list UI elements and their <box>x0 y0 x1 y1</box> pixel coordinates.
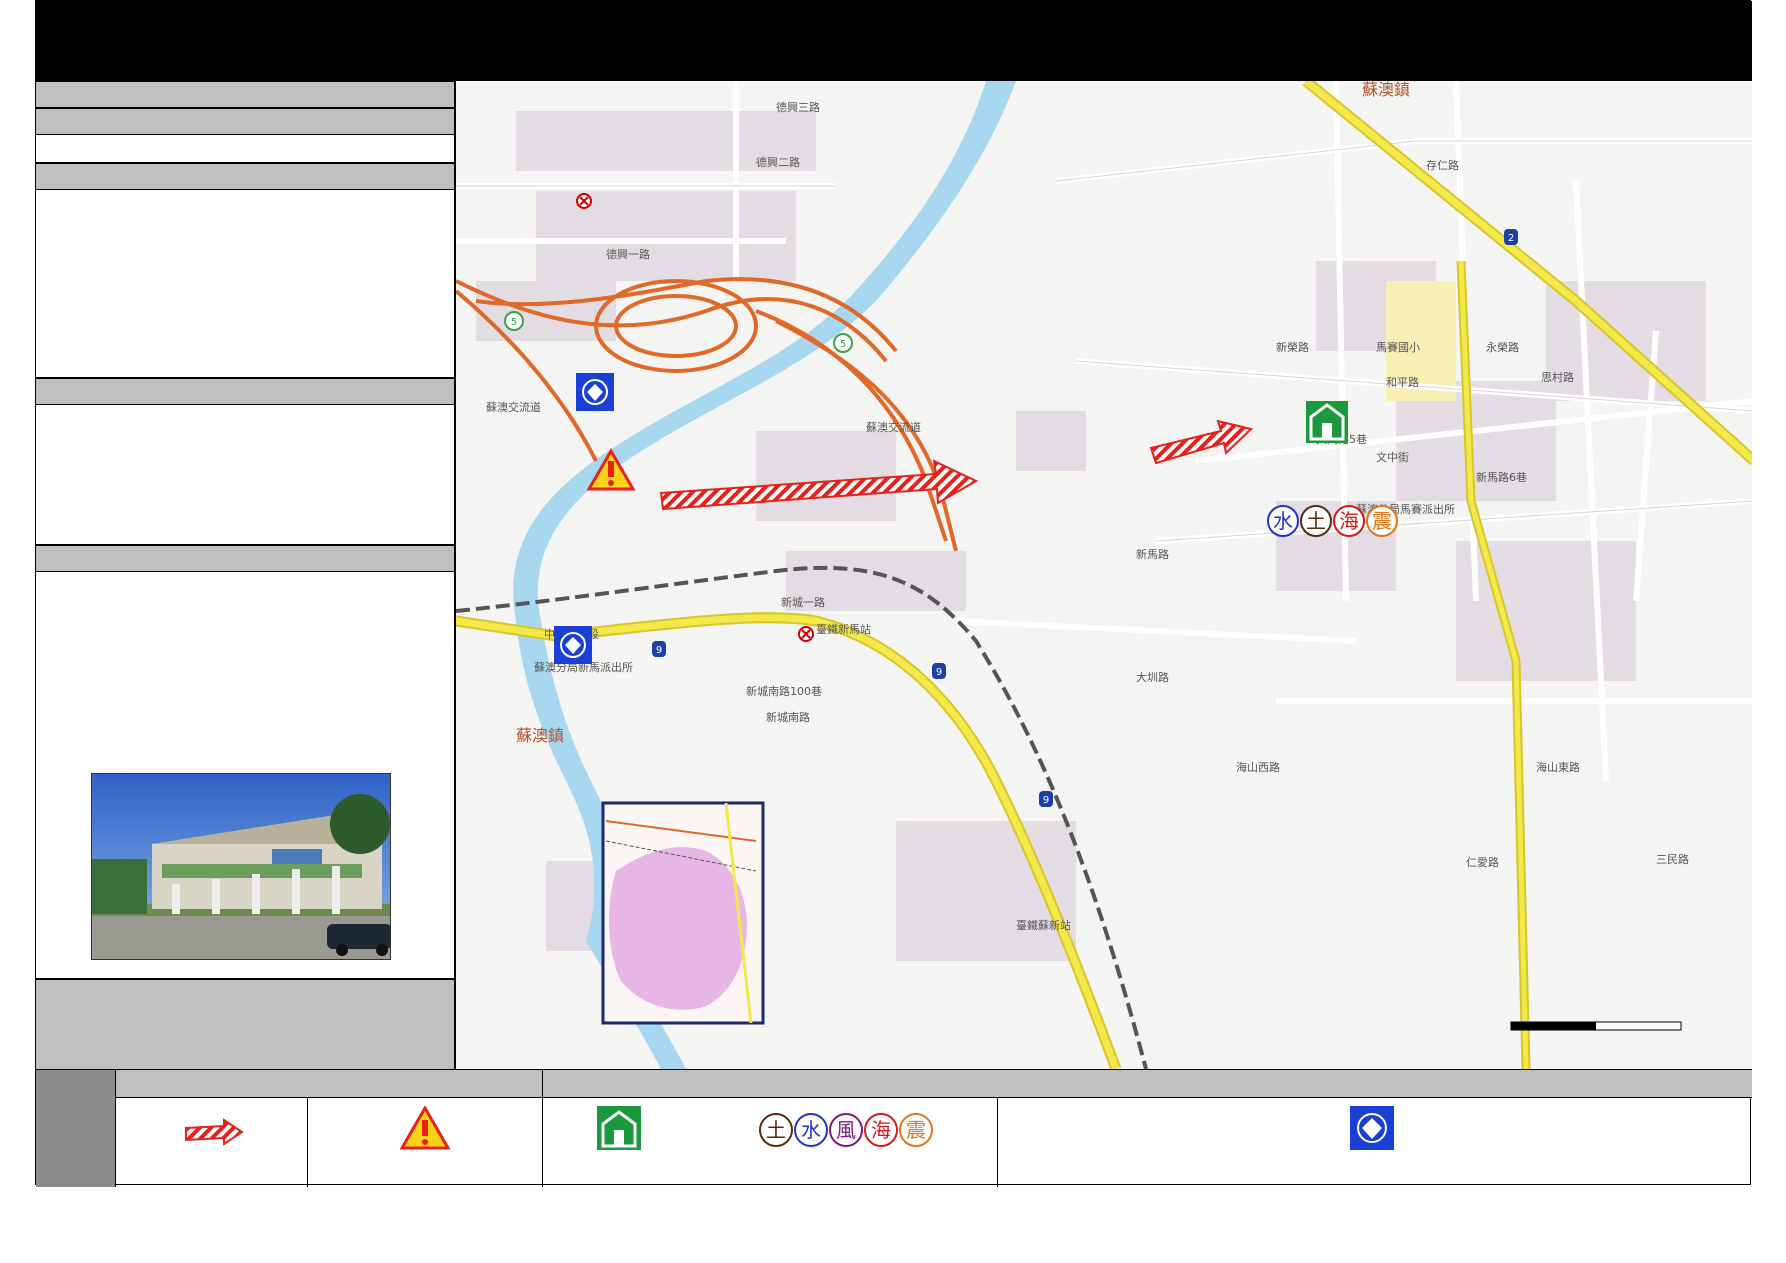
legend-warning-icon <box>400 1106 450 1150</box>
legend-cell-shelter: 土 水 風 海 震 <box>542 1098 997 1187</box>
info-header-5 <box>36 545 454 572</box>
police-station-icon-2 <box>554 626 592 664</box>
svg-text:震: 震 <box>1372 509 1392 533</box>
blocked-road-icon <box>576 193 592 209</box>
evacuation-map-sheet: 5 5 9 9 9 2 蘇澳鎮 蘇澳鎮 蘇澳交流道 蘇澳交流道 新榮路 文中街 … <box>35 0 1752 1187</box>
svg-text:風: 風 <box>836 1118 856 1142</box>
legend-cell-police <box>997 1098 1752 1187</box>
scale-bar <box>1510 1021 1682 1031</box>
label-interchange: 蘇澳交流道 <box>486 400 541 414</box>
label-renai: 仁愛路 <box>1466 856 1499 869</box>
legend-cell-route <box>115 1098 307 1187</box>
svg-text:2: 2 <box>1508 233 1514 244</box>
info-photo-block <box>36 572 454 979</box>
label-sicun: 思村路 <box>1541 370 1574 384</box>
label-haishan-west: 海山西路 <box>1236 760 1280 774</box>
info-header-4 <box>36 378 454 405</box>
svg-text:土: 土 <box>1306 509 1326 533</box>
legend-header-1 <box>115 1070 542 1098</box>
info-text-block-2 <box>36 405 454 545</box>
label-xinrong: 新榮路 <box>1276 340 1309 354</box>
info-panel <box>36 81 454 1069</box>
legend-hazard-symbols: 土 水 風 海 震 <box>759 1113 933 1147</box>
label-deng2: 德興二路 <box>756 155 800 169</box>
label-mashai-school: 馬賽國小 <box>1376 340 1420 354</box>
label-dakan: 大圳路 <box>1136 670 1169 684</box>
title-bar <box>36 1 1752 81</box>
road-shield-9: 9 <box>652 641 666 657</box>
blocked-road-icon-2 <box>798 626 814 642</box>
legend-header-2 <box>542 1070 1752 1098</box>
info-text-block-1 <box>36 190 454 378</box>
svg-text:震: 震 <box>906 1118 926 1142</box>
svg-text:9: 9 <box>1043 795 1049 806</box>
evacuation-shelter-icon <box>1306 401 1348 443</box>
label-cunren: 存仁路 <box>1426 158 1459 172</box>
legend-side-label <box>36 1070 115 1187</box>
info-footer <box>36 979 454 1069</box>
label-sanmin: 三民路 <box>1656 853 1689 866</box>
svg-text:水: 水 <box>801 1118 821 1142</box>
label-xinma: 新馬路 <box>1136 547 1169 561</box>
label-wenzhong: 文中街 <box>1376 450 1409 464</box>
label-xinma-6: 新馬路6巷 <box>1476 470 1527 484</box>
label-yongrong: 永榮路 <box>1486 340 1519 354</box>
legend-cell-warning <box>307 1098 542 1187</box>
label-deng: 德興一路 <box>606 247 650 261</box>
label-deng3: 德興三路 <box>776 100 820 114</box>
svg-text:土: 土 <box>766 1118 786 1142</box>
label-town: 蘇澳鎮 <box>1362 81 1410 99</box>
highway-shield-5b: 5 <box>833 333 853 353</box>
label-xincheng: 新城一路 <box>781 595 825 609</box>
road-shield-2: 2 <box>1504 229 1518 245</box>
label-town-small: 蘇澳鎮 <box>516 726 564 745</box>
police-station-icon-1 <box>576 373 614 411</box>
inset-location-map <box>601 801 765 1025</box>
info-value-row <box>36 135 454 163</box>
map-area[interactable]: 5 5 9 9 9 2 蘇澳鎮 蘇澳鎮 蘇澳交流道 蘇澳交流道 新榮路 文中街 … <box>454 81 1752 1069</box>
map-canvas[interactable]: 5 5 9 9 9 2 蘇澳鎮 蘇澳鎮 蘇澳交流道 蘇澳交流道 新榮路 文中街 … <box>456 81 1752 1069</box>
label-xincheng-nan: 新城南路 <box>766 710 810 724</box>
legend-police-icon <box>1350 1106 1394 1150</box>
legend-shelter-icon <box>597 1106 641 1150</box>
label-suxin-station: 臺鐵蘇新站 <box>1016 918 1071 932</box>
info-header-1 <box>36 81 454 108</box>
label-xinma-station: 臺鐵新馬站 <box>816 622 871 636</box>
svg-text:9: 9 <box>936 667 942 678</box>
label-haishan-east: 海山東路 <box>1536 760 1580 774</box>
svg-text:5: 5 <box>840 339 846 350</box>
svg-text:海: 海 <box>1339 509 1359 533</box>
shelter-photo <box>91 773 391 960</box>
road-shield-9c: 9 <box>1039 791 1053 807</box>
info-header-2 <box>36 108 454 135</box>
svg-text:9: 9 <box>656 645 662 656</box>
legend-route-arrow-icon <box>185 1118 244 1146</box>
road-shield-9b: 9 <box>932 663 946 679</box>
label-xincheng-nan-100: 新城南路100巷 <box>746 684 822 698</box>
info-header-3 <box>36 163 454 190</box>
legend: 土 水 風 海 震 <box>36 1069 1752 1187</box>
svg-text:5: 5 <box>511 317 517 328</box>
highway-shield-5: 5 <box>504 311 524 331</box>
label-heping: 和平路 <box>1386 376 1419 389</box>
svg-text:海: 海 <box>871 1118 891 1142</box>
svg-text:水: 水 <box>1273 509 1293 533</box>
label-interchange-2: 蘇澳交流道 <box>866 420 921 434</box>
